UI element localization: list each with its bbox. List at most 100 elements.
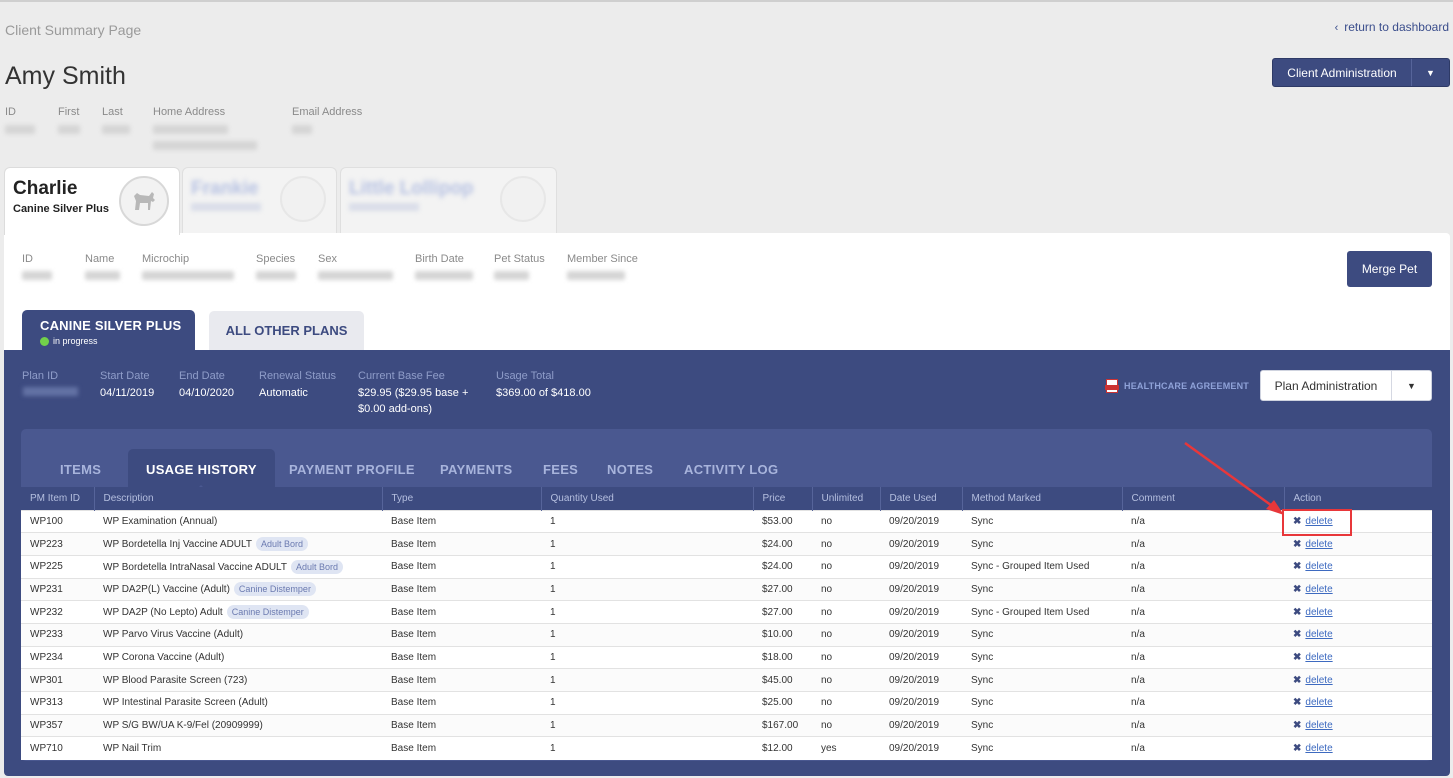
tab-payment-profile[interactable]: PAYMENT PROFILE (289, 449, 415, 490)
tab-all-other-plans[interactable]: ALL OTHER PLANS (209, 311, 364, 350)
tab-notes[interactable]: NOTES (607, 449, 653, 490)
unlimited-cell-text: no (821, 629, 833, 641)
pet-name-label: Name (85, 253, 115, 265)
quantity-cell-text: 1 (550, 674, 556, 686)
type-cell: Base Item (382, 668, 541, 692)
caret-down-icon[interactable]: ▼ (1411, 59, 1449, 86)
column-header[interactable]: Quantity Used (541, 487, 754, 510)
delete-link[interactable]: delete (1305, 561, 1332, 572)
column-header[interactable]: PM Item ID (21, 487, 95, 510)
pet-tab-little-lollipop[interactable]: Little Lollipop (340, 167, 557, 234)
unlimited-cell: no (812, 645, 880, 669)
plan-administration-button[interactable]: Plan Administration ▼ (1260, 370, 1432, 401)
merge-pet-button[interactable]: Merge Pet (1347, 251, 1432, 287)
pet-tab-frankie[interactable]: Frankie (182, 167, 337, 234)
description-cell-text: WP Corona Vaccine (Adult) (103, 651, 225, 663)
column-header[interactable]: Type (382, 487, 542, 510)
column-header[interactable]: Comment (1122, 487, 1285, 510)
client-administration-button[interactable]: Client Administration ▼ (1272, 58, 1450, 87)
tab-payments[interactable]: PAYMENTS (440, 449, 512, 490)
column-header[interactable]: Date Used (880, 487, 963, 510)
type-cell-text: Base Item (391, 515, 437, 527)
column-header[interactable]: Method Marked (962, 487, 1123, 510)
type-cell-text: Base Item (391, 561, 437, 573)
table-header-row: PM Item ID Description Type Quantity Use… (21, 487, 1432, 510)
redacted-value (153, 141, 257, 150)
close-icon[interactable]: ✖ (1293, 561, 1301, 572)
close-icon[interactable]: ✖ (1293, 697, 1301, 708)
quantity-cell-text: 1 (550, 538, 556, 550)
close-icon[interactable]: ✖ (1293, 652, 1301, 663)
delete-link[interactable]: delete (1305, 539, 1332, 550)
tab-usage-history[interactable]: USAGE HISTORY (128, 449, 275, 491)
delete-link[interactable]: delete (1305, 720, 1332, 731)
type-cell: Base Item (382, 713, 541, 737)
pet-member-since-label: Member Since (567, 253, 638, 265)
method-marked-cell-text: Sync (971, 629, 994, 641)
price-cell-text: $27.00 (762, 606, 793, 618)
return-to-dashboard-link[interactable]: ‹ return to dashboard (1335, 20, 1449, 34)
comment-cell-text: n/a (1131, 583, 1145, 595)
column-header[interactable]: Unlimited (812, 487, 881, 510)
description-cell-text: WP S/G BW/UA K-9/Fel (20909999) (103, 720, 263, 732)
close-icon[interactable]: ✖ (1293, 675, 1301, 686)
item-id-cell: WP301 (21, 668, 94, 692)
delete-link[interactable]: delete (1305, 607, 1332, 618)
date-used-cell: 09/20/2019 (880, 532, 962, 556)
close-icon[interactable]: ✖ (1293, 743, 1301, 754)
column-header[interactable]: Price (753, 487, 813, 510)
item-id-cell: WP231 (21, 577, 94, 601)
tab-fees[interactable]: FEES (543, 449, 578, 490)
plan-status-text: in progress (53, 336, 98, 346)
delete-link[interactable]: delete (1305, 743, 1332, 754)
description-cell-text: WP Intestinal Parasite Screen (Adult) (103, 697, 268, 709)
top-border (0, 0, 1453, 2)
delete-link[interactable]: delete (1305, 697, 1332, 708)
item-id-cell: WP100 (21, 509, 94, 533)
delete-link[interactable]: delete (1305, 675, 1332, 686)
close-icon[interactable]: ✖ (1293, 584, 1301, 595)
close-icon[interactable]: ✖ (1293, 607, 1301, 618)
close-icon[interactable]: ✖ (1293, 720, 1301, 731)
description-cell: WP Corona Vaccine (Adult) (94, 645, 382, 669)
quantity-cell-text: 1 (550, 515, 556, 527)
quantity-cell: 1 (541, 645, 753, 669)
description-cell-text: WP Bordetella IntraNasal Vaccine ADULT (103, 561, 287, 573)
method-marked-cell: Sync (962, 713, 1122, 737)
tab-canine-silver-plus[interactable]: CANINE SILVER PLUS in progress (22, 310, 195, 351)
quantity-cell-text: 1 (550, 606, 556, 618)
redacted-value (142, 271, 234, 280)
plan-tab-label: CANINE SILVER PLUS (40, 318, 182, 333)
close-icon[interactable]: ✖ (1293, 629, 1301, 640)
item-id-cell-text: WP301 (30, 674, 63, 686)
date-used-cell: 09/20/2019 (880, 691, 962, 715)
redacted-value (256, 271, 296, 280)
type-cell-text: Base Item (391, 538, 437, 550)
price-cell-text: $45.00 (762, 674, 793, 686)
column-header[interactable]: Description (94, 487, 383, 510)
delete-link[interactable]: delete (1305, 629, 1332, 640)
tab-items[interactable]: ITEMS (60, 449, 101, 490)
renewal-status-label: Renewal Status (259, 370, 337, 382)
unlimited-cell: no (812, 577, 880, 601)
description-cell: WP Intestinal Parasite Screen (Adult) (94, 691, 382, 715)
date-used-cell-text: 09/20/2019 (889, 538, 940, 550)
caret-down-icon[interactable]: ▼ (1391, 371, 1431, 400)
description-cell-text: WP Bordetella Inj Vaccine ADULT (103, 539, 252, 551)
price-cell-text: $25.00 (762, 697, 793, 709)
client-first-label: First (58, 106, 80, 118)
close-icon[interactable]: ✖ (1293, 539, 1301, 550)
column-header[interactable]: Action (1284, 487, 1432, 510)
delete-link[interactable]: delete (1305, 652, 1332, 663)
unlimited-cell: no (812, 509, 880, 533)
client-administration-label: Client Administration (1287, 65, 1397, 80)
method-marked-cell: Sync (962, 532, 1122, 556)
method-marked-cell: Sync (962, 645, 1122, 669)
table-row: WP231 WP DA2P(L) Vaccine (Adult) Canine Di… (21, 577, 1432, 601)
delete-link[interactable]: delete (1305, 584, 1332, 595)
healthcare-agreement-link[interactable]: HEALTHCARE AGREEMENT (1105, 379, 1249, 393)
pet-tab-active[interactable]: Charlie Canine Silver Plus (4, 167, 180, 235)
date-used-cell-text: 09/20/2019 (889, 674, 940, 686)
tab-activity-log[interactable]: ACTIVITY LOG (684, 449, 778, 490)
comment-cell: n/a (1122, 509, 1284, 533)
